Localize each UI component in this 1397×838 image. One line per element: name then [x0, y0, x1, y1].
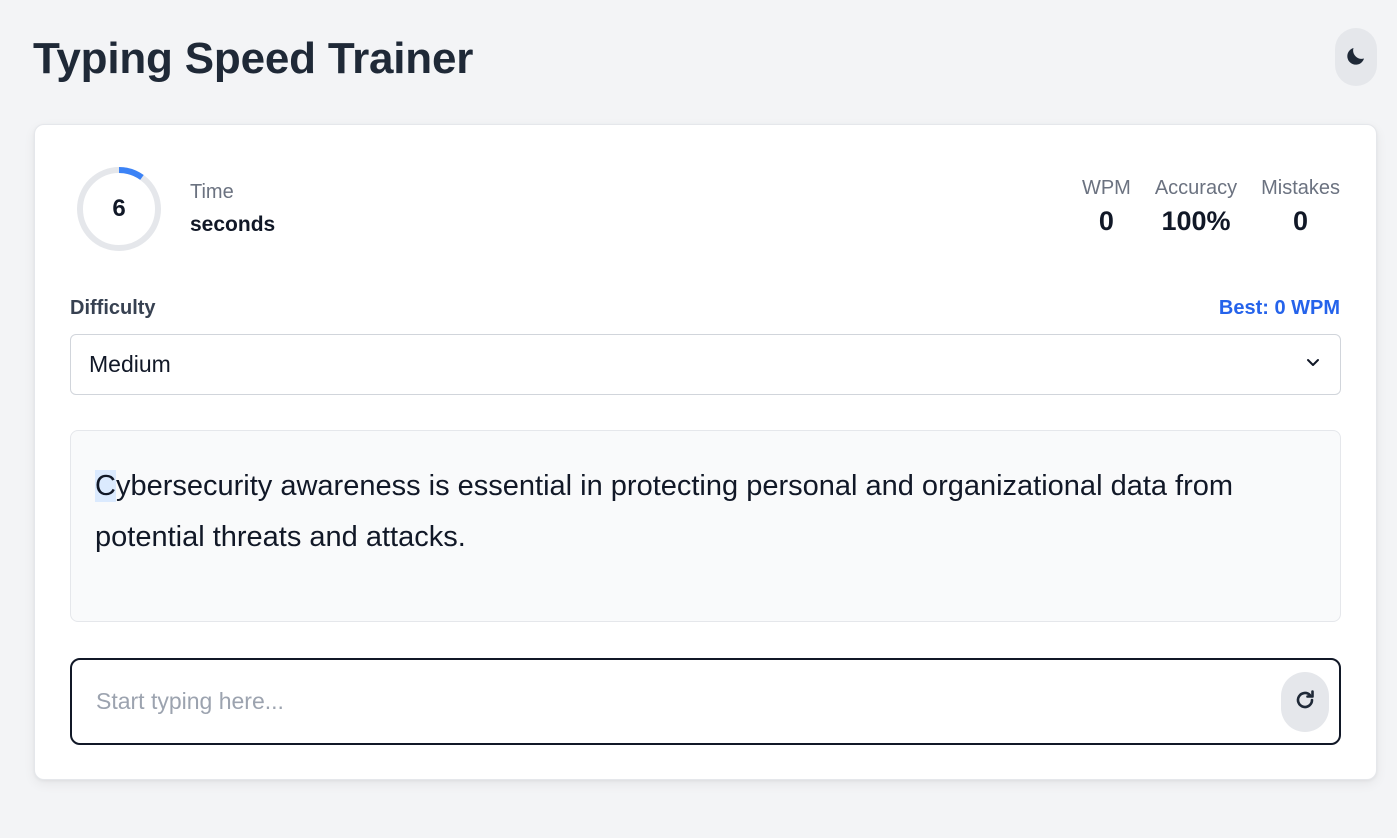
time-unit: seconds — [190, 213, 276, 236]
stat-value: 100% — [1161, 206, 1231, 236]
stat-wpm: WPM 0 — [1082, 177, 1131, 237]
typing-input-container — [70, 658, 1341, 745]
stat-accuracy: Accuracy 100% — [1155, 177, 1237, 237]
difficulty-select[interactable]: Medium — [70, 334, 1341, 395]
typing-input[interactable] — [96, 688, 1281, 715]
trainer-card: 6 Time seconds WPM 0 Accuracy 100% Mista… — [34, 124, 1377, 780]
theme-toggle-button[interactable] — [1335, 28, 1377, 86]
stat-value: 0 — [1293, 206, 1309, 236]
difficulty-label: Difficulty — [70, 297, 156, 319]
current-character: C — [95, 470, 116, 502]
difficulty-selected-value: Medium — [89, 351, 171, 377]
best-score: Best: 0 WPM — [1218, 297, 1340, 319]
page-title: Typing Speed Trainer — [33, 34, 474, 83]
remaining-text: ybersecurity awareness is essential in p… — [95, 470, 1234, 553]
stat-label: WPM — [1081, 177, 1131, 199]
restart-button[interactable] — [1281, 671, 1329, 732]
passage-panel: Cybersecurity awareness is essential in … — [70, 430, 1341, 622]
stat-mistakes: Mistakes 0 — [1261, 177, 1340, 237]
timer-value: 6 — [112, 195, 126, 222]
stat-value: 0 — [1098, 206, 1114, 236]
moon-icon — [1344, 44, 1368, 71]
refresh-icon — [1293, 688, 1317, 715]
stats-group: WPM 0 Accuracy 100% Mistakes 0 — [1082, 177, 1340, 237]
chevron-down-icon — [1304, 353, 1322, 376]
passage-text: Cybersecurity awareness is essential in … — [95, 461, 1316, 563]
stat-label: Accuracy — [1154, 177, 1238, 199]
stat-label: Mistakes — [1261, 177, 1340, 199]
time-label: Time — [190, 181, 234, 203]
